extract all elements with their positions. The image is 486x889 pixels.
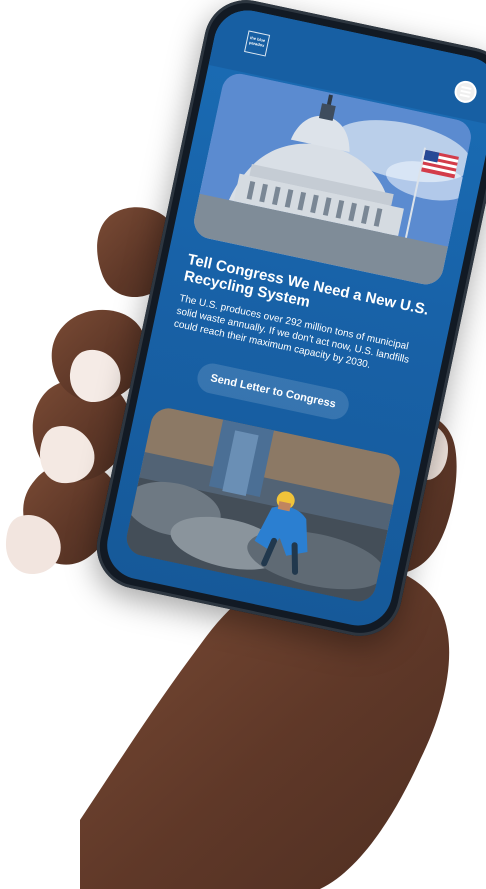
recycling-worker-image [123,405,404,605]
brand-logo[interactable]: the blue paradox [244,30,271,57]
secondary-image [123,405,404,605]
send-letter-button[interactable]: Send Letter to Congress [194,360,352,423]
photo-scene: the blue paradox Tell Congress We Need a… [0,0,486,889]
menu-icon-line-3 [459,93,470,98]
